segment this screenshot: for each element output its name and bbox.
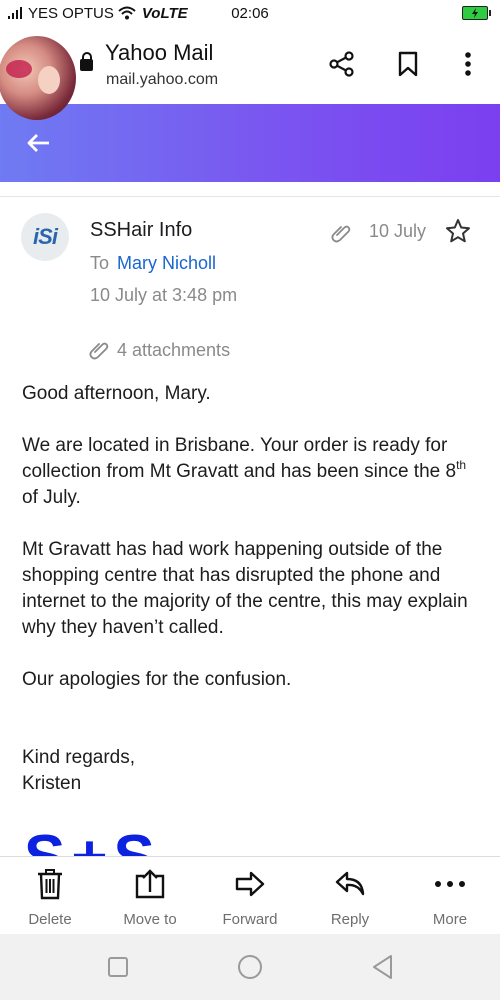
- more-button[interactable]: More: [400, 857, 500, 935]
- attachment-icon[interactable]: [88, 338, 110, 360]
- status-bar: YES OPTUS VoLTE 02:06: [0, 0, 500, 26]
- back-arrow-icon[interactable]: [24, 128, 54, 158]
- avatar[interactable]: [0, 36, 76, 120]
- email-body: Good afternoon, Mary. We are located in …: [22, 381, 482, 797]
- email-header: iSi SSHair Info To Mary Nicholl 10 July …: [0, 196, 500, 366]
- bookmark-icon[interactable]: [392, 48, 424, 80]
- browser-header: Yahoo Mail mail.yahoo.com: [0, 26, 500, 120]
- sender-name[interactable]: SSHair Info: [90, 219, 192, 242]
- delete-button[interactable]: Delete: [0, 857, 100, 935]
- more-label: More: [432, 911, 468, 928]
- ordinal-suffix: th: [456, 458, 467, 472]
- share-icon[interactable]: [326, 48, 358, 80]
- body-paragraph: We are located in Brisbane. Your order i…: [22, 433, 482, 511]
- bottom-toolbar: Delete Move to Forward Reply More: [0, 856, 500, 934]
- sent-datetime: 10 July at 3:48 pm: [90, 285, 238, 305]
- carrier-name: YES OPTUS: [28, 4, 114, 22]
- attachments-link[interactable]: 4 attachments: [117, 340, 230, 361]
- volte-label: VoLTE: [141, 4, 188, 22]
- move-to-label: Move to: [123, 911, 177, 928]
- recents-button[interactable]: [105, 954, 131, 980]
- email-date: 10 July: [369, 221, 427, 241]
- forward-button[interactable]: Forward: [200, 857, 300, 935]
- battery-icon: [462, 6, 491, 20]
- home-button[interactable]: [237, 954, 263, 980]
- sender-avatar[interactable]: iSi: [21, 213, 69, 261]
- forward-icon: [233, 867, 267, 901]
- body-paragraph: Our apologies for the confusion.: [22, 669, 292, 690]
- signal-icon: [8, 7, 22, 19]
- to-label: To: [90, 253, 110, 273]
- more-vert-icon[interactable]: [452, 48, 484, 80]
- page-url: mail.yahoo.com: [106, 71, 219, 88]
- body-paragraph: Mt Gravatt has had work happening outsid…: [22, 539, 468, 638]
- body-greeting: Good afternoon, Mary.: [22, 383, 211, 404]
- page-title: Yahoo Mail: [105, 40, 214, 65]
- closing-line: Kind regards,: [22, 747, 136, 768]
- body-text: We are located in Brisbane. Your order i…: [22, 435, 457, 482]
- move-to-icon: [133, 867, 167, 901]
- reply-button[interactable]: Reply: [300, 857, 400, 935]
- mail-toolbar-banner: [0, 104, 500, 182]
- more-horiz-icon: [433, 867, 467, 901]
- wifi-icon: [118, 6, 136, 20]
- forward-label: Forward: [222, 911, 278, 928]
- trash-icon: [33, 867, 67, 901]
- reply-label: Reply: [330, 911, 370, 928]
- star-icon[interactable]: [444, 217, 472, 245]
- back-button[interactable]: [370, 954, 396, 980]
- system-nav-bar: [0, 934, 500, 1000]
- move-to-button[interactable]: Move to: [100, 857, 200, 935]
- delete-label: Delete: [28, 911, 72, 928]
- signature-logo-text: S+S: [24, 828, 164, 858]
- signature-name: Kristen: [22, 773, 82, 794]
- body-text: of July.: [22, 487, 81, 508]
- status-left: YES OPTUS VoLTE: [8, 5, 188, 22]
- recipient-name[interactable]: Mary Nicholl: [117, 253, 216, 274]
- lock-icon: [80, 52, 93, 71]
- paperclip-icon: [330, 221, 352, 243]
- signature-logo: S+S: [24, 828, 164, 858]
- reply-icon: [333, 867, 367, 901]
